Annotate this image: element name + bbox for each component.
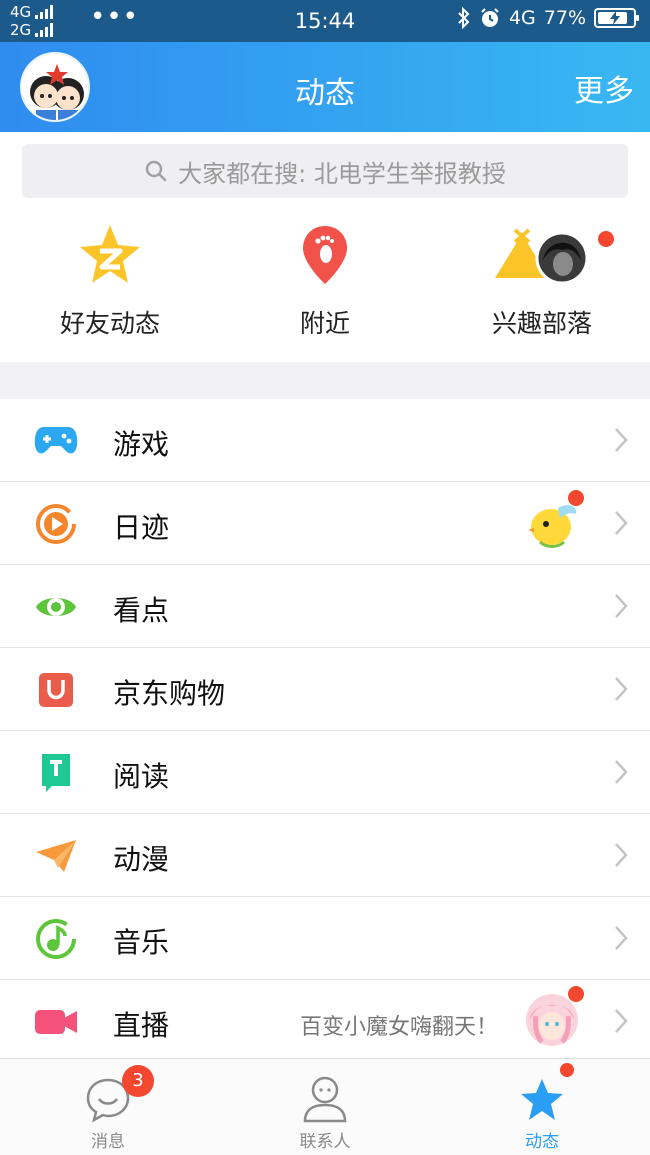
- tab-label: 联系人: [299, 1132, 351, 1152]
- more-button[interactable]: 更多: [574, 66, 634, 110]
- video-camera-icon: [35, 1010, 77, 1034]
- tab-contacts[interactable]: 联系人: [217, 1059, 433, 1155]
- location-footprint-icon: [303, 226, 347, 284]
- paper-plane-icon: [36, 840, 76, 872]
- quick-label: 好友动态: [59, 309, 160, 338]
- battery-percent: 77%: [543, 7, 586, 29]
- list-item-label: 日迹: [113, 511, 170, 544]
- network-4g-right: 4G: [508, 7, 536, 29]
- list-item-anime[interactable]: 动漫: [0, 814, 650, 897]
- notification-dot: [598, 231, 614, 247]
- list-item-label: 音乐: [113, 926, 170, 959]
- chevron-right-icon: [615, 511, 628, 535]
- search-input[interactable]: 大家都在搜: 北电学生举报教授: [22, 144, 628, 198]
- chevron-right-icon: [615, 594, 628, 618]
- quick-item-nearby[interactable]: 附近: [215, 210, 435, 340]
- chevron-right-icon: [615, 843, 628, 867]
- book-icon: [42, 754, 70, 792]
- play-circle-icon: [36, 504, 76, 544]
- list-item-label: 游戏: [113, 428, 170, 461]
- notification-dot: [560, 1063, 574, 1077]
- tab-label: 消息: [91, 1132, 125, 1152]
- shopping-bag-icon: [39, 673, 73, 707]
- notification-dot: [568, 986, 584, 1002]
- notification-dot: [568, 490, 584, 506]
- bottom-tab-bar: 3 消息 联系人 动态: [0, 1058, 650, 1155]
- quick-entries: 好友动态 附近 兴趣部落: [0, 210, 650, 360]
- gamepad-icon: [34, 427, 78, 454]
- list-item-label: 京东购物: [113, 677, 226, 710]
- chevron-right-icon: [615, 1009, 628, 1033]
- alarm-icon: [481, 8, 499, 27]
- star-icon: [521, 1079, 563, 1120]
- chevron-right-icon: [615, 428, 628, 452]
- tab-messages[interactable]: 3 消息: [0, 1059, 216, 1155]
- feature-list: 游戏 日迹 看点 京东购物 阅读 动漫 音乐 直播 百变小魔女嗨翻天！: [0, 399, 650, 1063]
- list-item-games[interactable]: 游戏: [0, 399, 650, 482]
- quick-label: 兴趣部落: [491, 309, 592, 338]
- unread-badge: 3: [122, 1065, 154, 1097]
- tent-icon: [495, 228, 589, 285]
- search-icon: [145, 160, 167, 182]
- tab-feed[interactable]: 动态: [434, 1059, 650, 1155]
- header: 动态 更多: [0, 42, 650, 132]
- chevron-right-icon: [615, 760, 628, 784]
- status-bar: 4G 2G ••• 15:44 4G 77%: [0, 0, 650, 42]
- person-icon: [303, 1076, 347, 1123]
- quick-item-friend-feed[interactable]: 好友动态: [0, 210, 220, 340]
- list-item-label: 阅读: [113, 760, 170, 793]
- eye-icon: [36, 598, 76, 616]
- list-item-label: 直播: [113, 1009, 170, 1042]
- list-item-reading[interactable]: 阅读: [0, 731, 650, 814]
- section-divider: [0, 362, 650, 399]
- list-item-music[interactable]: 音乐: [0, 897, 650, 980]
- qzone-star-icon: [80, 225, 140, 283]
- list-item-jd-shopping[interactable]: 京东购物: [0, 648, 650, 731]
- tab-label: 动态: [525, 1132, 559, 1152]
- list-item-label: 动漫: [113, 843, 170, 876]
- list-item-live[interactable]: 直播 百变小魔女嗨翻天！: [0, 980, 650, 1063]
- page-title: 动态: [295, 76, 355, 111]
- list-item-kandian[interactable]: 看点: [0, 565, 650, 648]
- battery-icon: [594, 8, 639, 28]
- list-item-description: 百变小魔女嗨翻天！: [299, 1015, 498, 1040]
- chevron-right-icon: [615, 677, 628, 701]
- list-item-label: 看点: [113, 594, 170, 627]
- quick-label: 附近: [299, 309, 350, 338]
- music-note-icon: [36, 919, 76, 959]
- search-placeholder: 大家都在搜: 北电学生举报教授: [178, 159, 506, 188]
- chevron-right-icon: [615, 926, 628, 950]
- quick-item-interest-tribe[interactable]: 兴趣部落: [432, 210, 650, 340]
- bluetooth-icon: [458, 7, 470, 29]
- list-item-daily-trace[interactable]: 日迹: [0, 482, 650, 565]
